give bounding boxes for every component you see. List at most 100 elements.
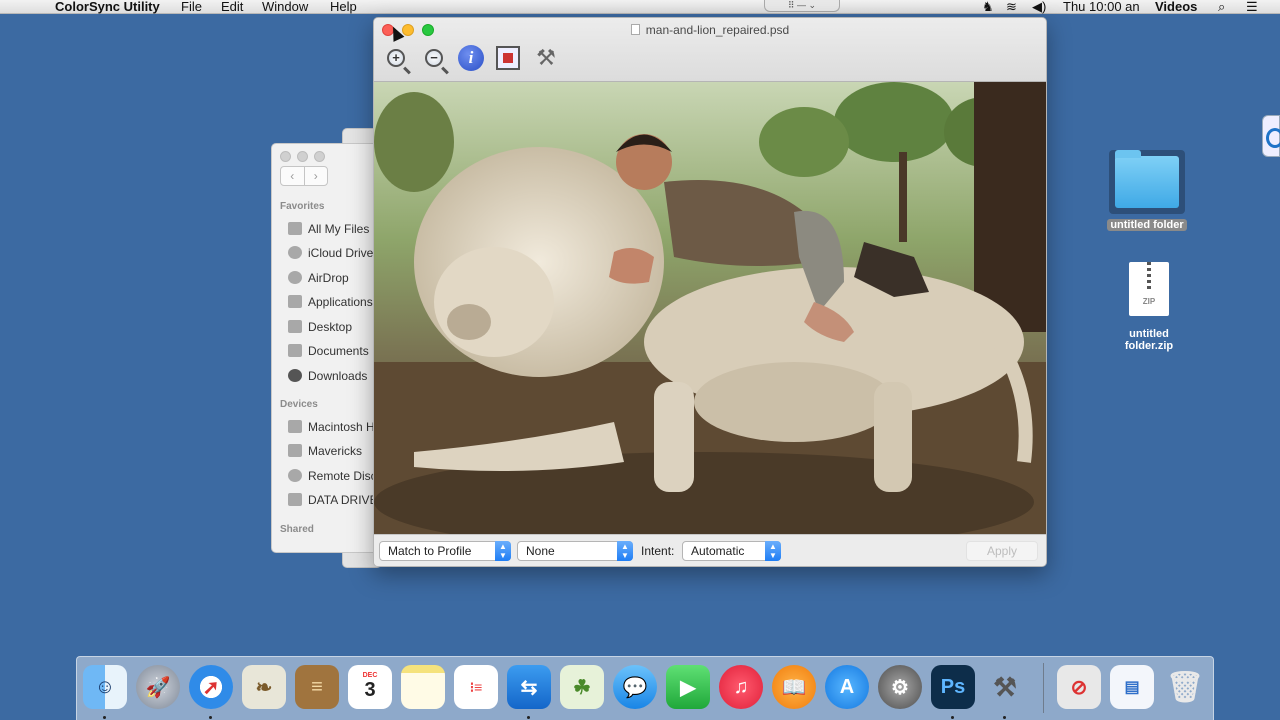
preview-dock-icon[interactable]: ❧ [242,665,286,709]
man-and-lion-photo [374,82,1046,534]
back-arrow-icon[interactable]: ‹ [281,167,305,185]
menu-user[interactable]: Videos [1155,0,1197,14]
dock: ☺ 🚀 ➚ ❧ ≡ DEC 3 ⁝≡ ⇆ ☘ 💬 ▶ ♫ 📖 A ⚙ Ps ⚒ ⊘… [76,656,1214,720]
airdrop-icon [288,271,302,284]
disk-icon [288,493,302,506]
trash-icon[interactable]: 🗑 [1163,665,1207,709]
profile-popup[interactable]: None ▲ ▼ [517,541,633,561]
apply-button[interactable]: Apply [966,541,1038,561]
photo-viewer-dock-icon[interactable]: ☘ [560,665,604,709]
colorsync-window[interactable]: man-and-lion_repaired.psd + − i ⚒ Match … [373,17,1047,567]
image-preview[interactable] [374,82,1046,534]
crop-icon [496,46,520,70]
running-indicator [209,716,212,719]
window-toolbar: man-and-lion_repaired.psd + − i ⚒ [374,18,1046,82]
sidebar-header-shared: Shared [280,524,314,535]
desktop-stack-dock-icon[interactable]: ▤ [1110,665,1154,709]
zoom-out-icon: − [425,49,443,67]
finder-nav-buttons[interactable]: ‹ › [280,166,328,186]
sidebar-item-desktop[interactable]: Desktop [288,320,352,334]
zoom-out-button[interactable]: − [420,44,448,72]
running-indicator [1003,716,1006,719]
wifi-icon[interactable]: ≋ [1006,0,1017,14]
launchpad-dock-icon[interactable]: 🚀 [136,665,180,709]
finder-dock-icon[interactable]: ☺ [83,665,127,709]
sidebar-item-downloads[interactable]: Downloads [288,369,367,383]
sidebar-item-documents[interactable]: Documents [288,344,369,358]
reminders-dock-icon[interactable]: ⁝≡ [454,665,498,709]
safari-dock-icon[interactable]: ➚ [189,665,233,709]
ibooks-dock-icon[interactable]: 📖 [772,665,816,709]
menu-bar: ColorSync Utility File Edit Window Help … [0,0,1280,14]
menu-edit[interactable]: Edit [221,0,243,14]
disc-icon [288,469,302,482]
running-indicator [527,716,530,719]
sidebar-item-mavericks[interactable]: Mavericks [288,444,362,458]
match-popup[interactable]: Match to Profile ▲ ▼ [379,541,511,561]
sidebar-item-airdrop[interactable]: AirDrop [288,271,349,285]
disk-icon [288,444,302,457]
notefile-dock-icon[interactable]: ≡ [295,665,339,709]
forward-arrow-icon[interactable]: › [305,167,328,185]
desktop-zip-file[interactable]: ZIP untitled folder.zip [1104,262,1194,352]
sidebar-item-remote-disc[interactable]: Remote Disc [288,469,377,483]
menu-window[interactable]: Window [262,0,308,14]
folder-label: untitled folder [1107,219,1187,231]
menu-clock[interactable]: Thu 10:00 an [1063,0,1140,14]
tools-icon: ⚒ [536,45,556,70]
finder-window-controls[interactable] [280,149,331,167]
document-icon [630,24,640,35]
popup-arrows-icon: ▲ ▼ [765,541,781,561]
sidebar-item-macintosh-hd[interactable]: Macintosh HD [288,420,380,434]
teamviewer-side-tab[interactable] [1262,115,1280,157]
itunes-dock-icon[interactable]: ♫ [719,665,763,709]
app-store-dock-icon[interactable]: A [825,665,869,709]
calendar-dock-icon[interactable]: DEC 3 [348,665,392,709]
action-bar: Match to Profile ▲ ▼ None ▲ ▼ Intent: Auto… [374,534,1046,566]
sidebar-header-favorites: Favorites [280,201,325,212]
selection-highlight [1109,150,1185,214]
system-preferences-dock-icon[interactable]: ⚙ [878,665,922,709]
zoom-in-icon: + [387,49,405,67]
menu-app-name[interactable]: ColorSync Utility [55,0,160,14]
cloud-icon [288,246,302,259]
desktop-icon [288,320,302,333]
messages-dock-icon[interactable]: 💬 [613,665,657,709]
popup-arrows-icon: ▲ ▼ [617,541,633,561]
volume-icon[interactable]: ◀) [1032,0,1046,14]
window-title: man-and-lion_repaired.psd [374,23,1046,37]
photoshop-dock-icon[interactable]: Ps [931,665,975,709]
sidebar-header-devices: Devices [280,399,318,410]
applications-icon [288,295,302,308]
documents-icon [288,344,302,357]
tools-button[interactable]: ⚒ [532,44,560,72]
facetime-dock-icon[interactable]: ▶ [666,665,710,709]
intent-popup[interactable]: Automatic ▲ ▼ [682,541,781,561]
zip-label-line2: folder.zip [1124,340,1174,352]
info-icon: i [458,45,484,71]
finder-window[interactable]: ‹ › Favorites All My Files iCloud Drive … [271,143,381,553]
notes-dock-icon[interactable] [401,665,445,709]
crop-button[interactable] [494,44,522,72]
files-icon [288,222,302,235]
notification-center-icon[interactable]: ☰ [1246,0,1258,14]
spotlight-search-icon[interactable]: ⌕ [1218,0,1225,14]
sidebar-item-data-drive[interactable]: DATA DRIVE [288,493,378,507]
sidebar-item-all-my-files[interactable]: All My Files [288,222,369,236]
screen-recorder-controls[interactable]: ⠿ — ⌄ [764,0,840,12]
menu-file[interactable]: File [181,0,202,14]
downloads-icon [288,369,302,382]
zip-badge: ZIP [1142,297,1156,306]
running-indicator [103,716,106,719]
sidebar-item-applications[interactable]: Applications [288,295,373,309]
info-button[interactable]: i [457,44,485,72]
disk-utility-dock-icon[interactable]: ⊘ [1057,665,1101,709]
teamviewer-status-icon[interactable]: ♞ [982,0,994,14]
colorsync-utility-dock-icon[interactable]: ⚒ [983,665,1027,709]
menu-help[interactable]: Help [330,0,357,14]
dock-separator [1043,663,1044,713]
desktop-folder[interactable]: untitled folder [1102,150,1192,231]
sidebar-item-icloud-drive[interactable]: iCloud Drive [288,246,373,260]
teamviewer-dock-icon[interactable]: ⇆ [507,665,551,709]
zoom-in-button[interactable]: + [382,44,410,72]
